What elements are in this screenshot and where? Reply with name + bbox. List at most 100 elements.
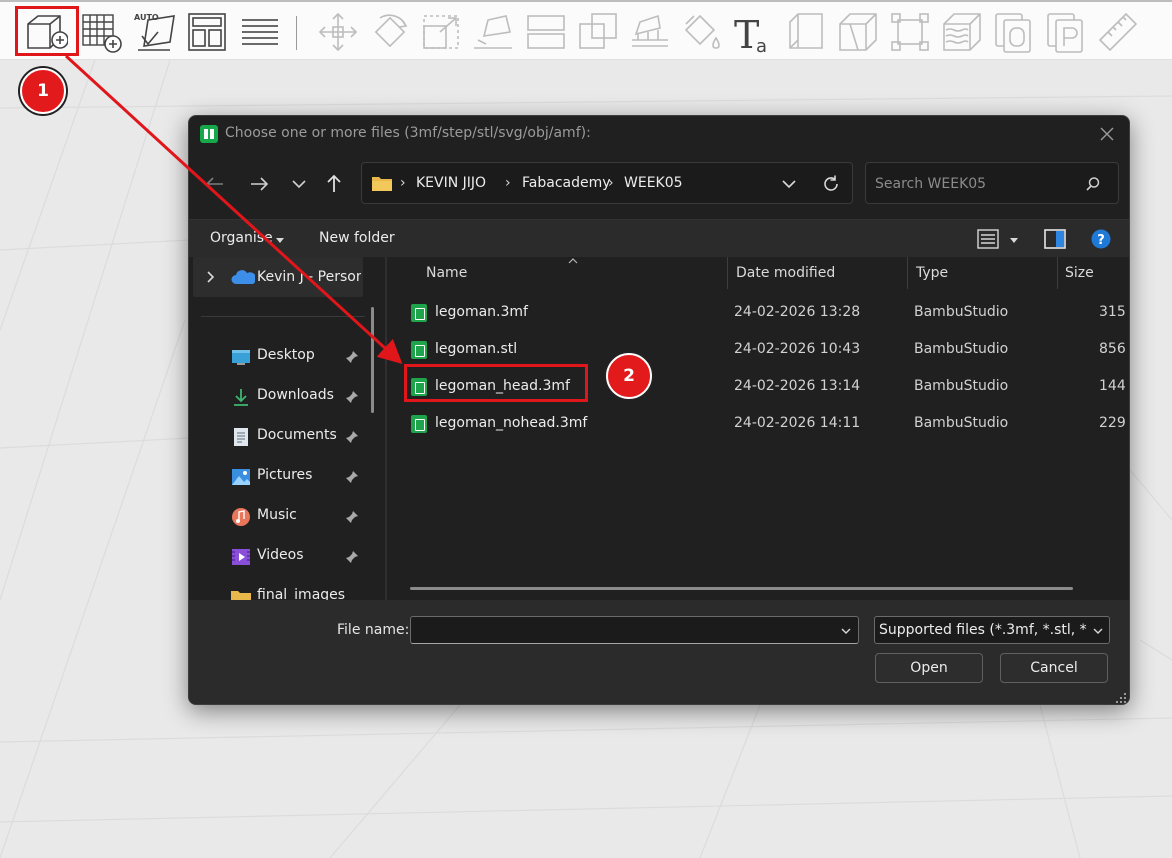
plate-p-icon[interactable] xyxy=(1044,10,1088,54)
arrange-icon[interactable] xyxy=(186,10,230,54)
address-bar[interactable]: › KEVIN JIJO › Fabacademy › WEEK05 xyxy=(361,162,853,204)
help-icon[interactable]: ? xyxy=(1091,229,1111,249)
file-name: legoman.stl xyxy=(435,341,518,357)
move-icon[interactable] xyxy=(316,10,360,54)
search-input[interactable] xyxy=(875,174,1075,194)
fit-icon[interactable] xyxy=(888,10,932,54)
file-name: legoman.3mf xyxy=(435,304,528,320)
column-divider[interactable] xyxy=(727,257,728,289)
file-size: 856 xyxy=(1099,341,1126,357)
navigation-pane: Kevin J - Personal Desktop Downloads Doc… xyxy=(189,257,387,605)
support-paint-icon[interactable] xyxy=(628,10,672,54)
download-icon xyxy=(234,389,248,406)
chevron-down-icon[interactable] xyxy=(780,175,798,193)
file-type-filter-value: Supported files (*.3mf, *.stl, *.obj, *.… xyxy=(879,622,1087,638)
nav-item-label: Documents xyxy=(257,427,337,443)
file-type-filter-select[interactable]: Supported files (*.3mf, *.stl, *.obj, *.… xyxy=(874,616,1110,644)
pin-icon[interactable] xyxy=(345,550,359,564)
forward-button[interactable] xyxy=(245,170,273,198)
nav-item-label: Downloads xyxy=(257,387,334,403)
horizontal-scrollbar[interactable] xyxy=(410,587,1073,590)
up-button[interactable] xyxy=(320,170,348,198)
assembly-icon[interactable] xyxy=(992,10,1036,54)
seam-icon[interactable] xyxy=(784,10,828,54)
back-button[interactable] xyxy=(201,170,229,198)
cut-icon[interactable] xyxy=(836,10,880,54)
split-icon[interactable] xyxy=(524,10,568,54)
pin-icon[interactable] xyxy=(345,430,359,444)
nav-item-documents[interactable]: Documents xyxy=(189,417,369,457)
nav-item-videos[interactable]: Videos xyxy=(189,537,369,577)
cancel-button[interactable]: Cancel xyxy=(1000,653,1108,683)
preview-pane-icon[interactable] xyxy=(1044,229,1066,249)
nav-item-downloads[interactable]: Downloads xyxy=(189,377,369,417)
nav-item-label: Pictures xyxy=(257,467,313,483)
arrow-left-icon xyxy=(205,177,223,191)
pane-splitter[interactable] xyxy=(385,257,387,600)
column-header-type[interactable]: Type xyxy=(916,265,948,281)
caret-down-icon[interactable] xyxy=(1010,238,1018,243)
pin-icon[interactable] xyxy=(345,510,359,524)
rotate-icon[interactable] xyxy=(368,10,412,54)
nav-item-desktop[interactable]: Desktop xyxy=(189,337,369,377)
dialog-footer: File name: Supported files (*.3mf, *.stl… xyxy=(189,600,1129,704)
breadcrumb-separator: › xyxy=(608,175,614,191)
file-row[interactable]: legoman.stl 24-02-2026 10:43 BambuStudio… xyxy=(407,332,1127,368)
add-plate-icon[interactable] xyxy=(80,10,124,54)
breadcrumb-separator: › xyxy=(400,175,406,191)
layers-icon[interactable] xyxy=(238,10,282,54)
nav-item-onedrive[interactable]: Kevin J - Personal xyxy=(193,257,363,297)
bambu-file-icon xyxy=(411,415,427,433)
chevron-down-icon[interactable] xyxy=(839,624,853,638)
scale-icon[interactable] xyxy=(420,10,464,54)
annotation-highlight-file xyxy=(404,364,588,402)
nav-item-music[interactable]: Music xyxy=(189,497,369,537)
file-list: Name Date modified Type Size legoman.3mf… xyxy=(397,257,1129,600)
breadcrumb-fabacademy[interactable]: Fabacademy xyxy=(522,175,611,191)
command-bar: Organise New folder ? xyxy=(189,219,1129,257)
fuzzy-skin-icon[interactable] xyxy=(940,10,984,54)
file-row[interactable]: legoman.3mf 24-02-2026 13:28 BambuStudio… xyxy=(407,295,1127,331)
open-button[interactable]: Open xyxy=(875,653,983,683)
file-size: 144 xyxy=(1099,378,1126,394)
file-type: BambuStudio xyxy=(914,341,1009,357)
recent-locations-button[interactable] xyxy=(285,170,313,198)
color-paint-icon[interactable] xyxy=(680,10,724,54)
pictures-icon xyxy=(232,469,250,485)
chevron-right-icon[interactable] xyxy=(205,269,217,285)
file-name: legoman_nohead.3mf xyxy=(435,415,588,431)
column-header-date[interactable]: Date modified xyxy=(736,265,835,281)
pin-icon[interactable] xyxy=(345,470,359,484)
column-header-size[interactable]: Size xyxy=(1065,265,1094,281)
bambu-file-icon xyxy=(411,341,427,359)
breadcrumb-week05[interactable]: WEEK05 xyxy=(624,175,683,191)
file-row[interactable]: legoman_nohead.3mf 24-02-2026 14:11 Bamb… xyxy=(407,406,1127,442)
lay-on-face-icon[interactable] xyxy=(472,10,516,54)
file-name-combo xyxy=(410,616,859,644)
dialog-title: Choose one or more files (3mf/step/stl/s… xyxy=(225,125,591,141)
column-divider[interactable] xyxy=(907,257,908,289)
column-divider[interactable] xyxy=(1057,257,1058,289)
pin-icon[interactable] xyxy=(345,390,359,404)
nav-item-pictures[interactable]: Pictures xyxy=(189,457,369,497)
file-type: BambuStudio xyxy=(914,415,1009,431)
refresh-icon[interactable] xyxy=(820,173,842,195)
boolean-icon[interactable] xyxy=(576,10,620,54)
pin-icon[interactable] xyxy=(345,350,359,364)
organise-button[interactable]: Organise xyxy=(210,230,273,246)
file-open-dialog: Choose one or more files (3mf/step/stl/s… xyxy=(188,115,1130,705)
chevron-down-icon xyxy=(1093,628,1103,634)
nav-item-label: Music xyxy=(257,507,297,523)
new-folder-button[interactable]: New folder xyxy=(319,230,395,246)
resize-grip-icon[interactable] xyxy=(1115,692,1127,704)
breadcrumb-kevin-jijo[interactable]: KEVIN JIJO xyxy=(416,175,486,191)
auto-orient-icon[interactable]: AUTO xyxy=(134,10,178,54)
measure-icon[interactable] xyxy=(1096,10,1140,54)
column-header-name[interactable]: Name xyxy=(426,265,467,281)
view-options-icon[interactable] xyxy=(977,229,999,249)
search-icon[interactable] xyxy=(1084,175,1102,193)
nav-scrollbar[interactable] xyxy=(371,307,374,413)
file-name-input[interactable] xyxy=(417,621,827,639)
close-button[interactable] xyxy=(1093,122,1121,146)
text-icon[interactable]: Ta xyxy=(732,10,776,54)
